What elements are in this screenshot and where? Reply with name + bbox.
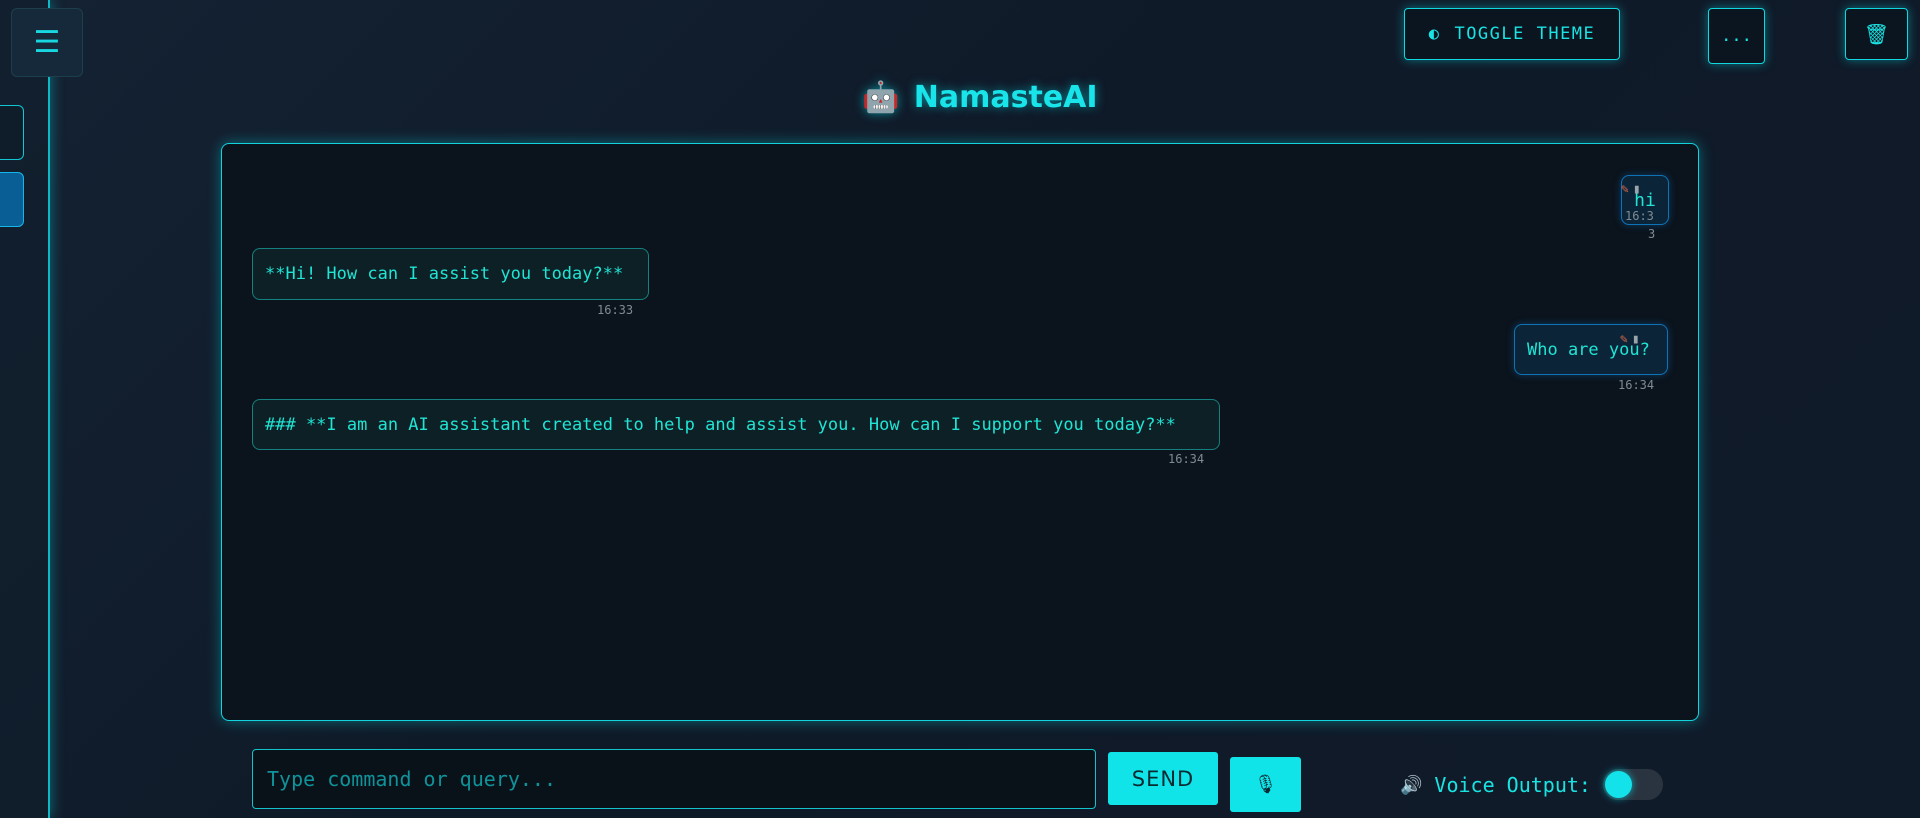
app-title-text: NamasteAI	[913, 80, 1098, 115]
voice-output-toggle[interactable]	[1603, 769, 1663, 800]
app-title: 🤖 NamasteAI	[0, 80, 1920, 115]
message-text: ### **I am an AI assistant created to he…	[265, 414, 1176, 435]
user-message: Who are you?	[1514, 324, 1668, 375]
trash-icon: 🗑	[1863, 22, 1890, 46]
edit-pencil-icon[interactable]: ✎	[1621, 182, 1629, 197]
toggle-theme-button[interactable]: ◐ TOGGLE THEME	[1404, 8, 1620, 60]
robot-face-icon: 🤖	[862, 80, 900, 115]
toggle-theme-label: TOGGLE THEME	[1454, 24, 1596, 44]
toggle-knob[interactable]	[1605, 771, 1632, 798]
speaker-icon: 🔊	[1400, 774, 1423, 796]
message-timestamp: 16:34	[1618, 378, 1655, 392]
menu-button[interactable]: ☰	[11, 8, 83, 77]
sidebar-tab-2-active[interactable]	[0, 172, 24, 227]
hamburger-menu-icon: ☰	[33, 25, 61, 60]
message-timestamp: 16:33	[597, 303, 634, 317]
clear-chat-button[interactable]: 🗑	[1845, 8, 1908, 60]
message-actions: ✎ ▮	[1620, 332, 1640, 347]
more-options-button[interactable]: ...	[1708, 8, 1765, 64]
message-timestamp: 16:34	[1168, 452, 1205, 466]
send-label: SEND	[1131, 766, 1195, 791]
edit-pencil-icon[interactable]: ✎	[1620, 332, 1628, 347]
copy-icon[interactable]: ▮	[1632, 332, 1640, 347]
voice-output-control: 🔊 Voice Output:	[1400, 772, 1591, 798]
copy-icon[interactable]: ▮	[1633, 182, 1641, 197]
send-button[interactable]: SEND	[1108, 752, 1218, 805]
chat-window[interactable]: hi ✎ ▮ 16:3 3 **Hi! How can I assist you…	[221, 143, 1699, 721]
assistant-message: **Hi! How can I assist you today?**	[252, 248, 649, 300]
message-text: **Hi! How can I assist you today?**	[265, 264, 624, 284]
assistant-message: ### **I am an AI assistant created to he…	[252, 399, 1220, 450]
message-timestamp: 16:3	[1625, 209, 1654, 223]
sidebar	[0, 0, 50, 818]
message-actions: ✎ ▮	[1621, 182, 1641, 197]
microphone-button[interactable]: 🎙	[1230, 757, 1301, 812]
microphone-icon: 🎙	[1254, 774, 1277, 795]
command-input[interactable]	[252, 749, 1096, 809]
theme-half-moon-icon: ◐	[1428, 24, 1441, 44]
more-options-label: ...	[1721, 26, 1752, 46]
voice-output-label: Voice Output:	[1434, 773, 1591, 797]
message-timestamp-wrap: 3	[1648, 227, 1656, 241]
